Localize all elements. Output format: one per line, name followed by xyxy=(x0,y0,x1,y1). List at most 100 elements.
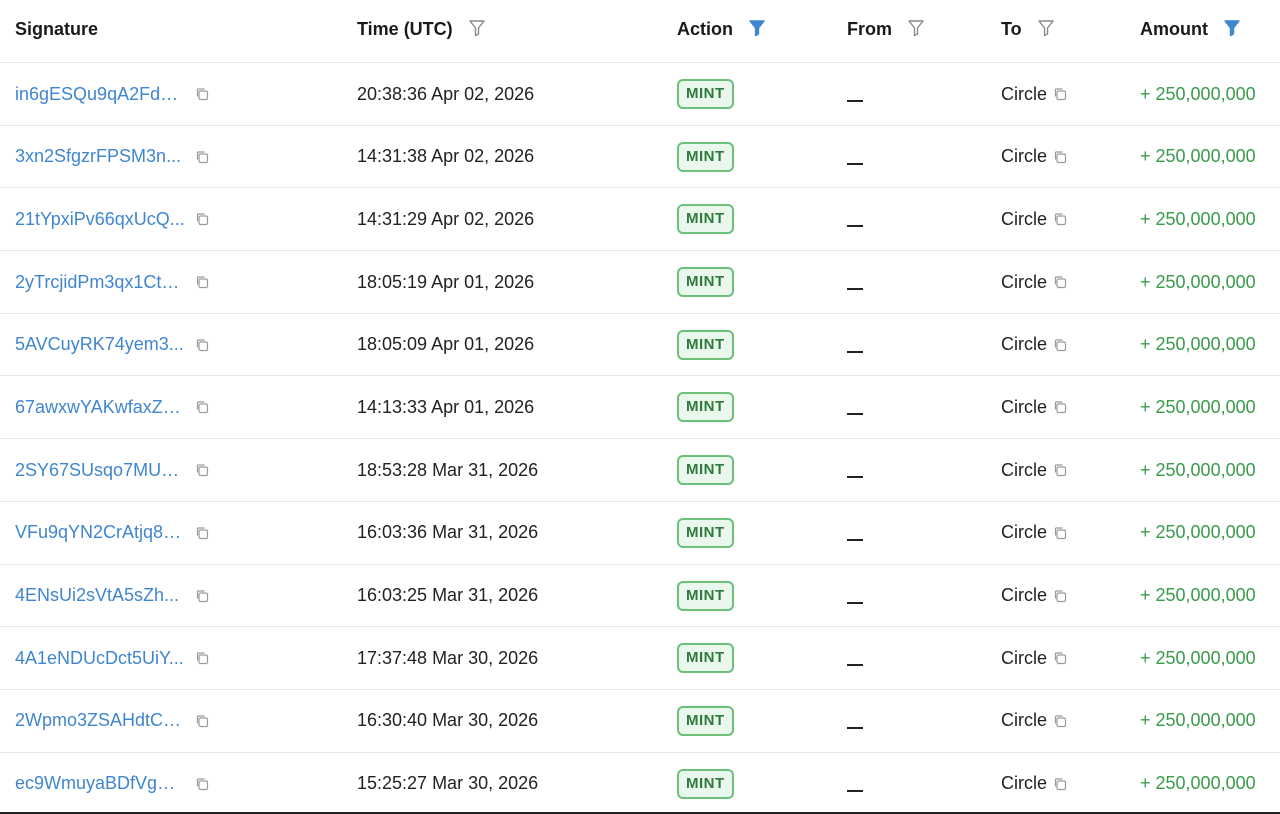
from-cell xyxy=(847,63,863,125)
to-label[interactable]: Circle xyxy=(1001,522,1047,543)
from-cell xyxy=(847,753,863,814)
signature-link[interactable]: 2Wpmo3ZSAHdtCs... xyxy=(15,710,185,731)
copy-icon[interactable] xyxy=(1053,777,1067,791)
amount-cell: + 250,000,000 xyxy=(1140,83,1256,104)
table-row: 2SY67SUsqo7MUp... 18:53:28 Mar 31, 2026 … xyxy=(0,439,1280,502)
signature-link[interactable]: 67awxwYAKwfaxZu... xyxy=(15,397,185,418)
column-label-to: To xyxy=(1001,19,1022,39)
amount-cell: + 250,000,000 xyxy=(1140,585,1256,605)
amount-cell: + 250,000,000 xyxy=(1140,271,1256,292)
copy-icon[interactable] xyxy=(1053,150,1067,164)
signature-cell: ec9WmuyaBDfVgG... xyxy=(15,753,209,814)
copy-icon[interactable] xyxy=(195,526,209,540)
column-label-action: Action xyxy=(677,19,733,39)
copy-icon[interactable] xyxy=(195,338,209,352)
from-cell xyxy=(847,690,863,752)
to-cell: Circle xyxy=(1001,690,1067,752)
table-row: 5AVCuyRK74yem3... 18:05:09 Apr 01, 2026 … xyxy=(0,314,1280,377)
to-label[interactable]: Circle xyxy=(1001,585,1047,606)
signature-cell: 5AVCuyRK74yem3... xyxy=(15,314,209,376)
signature-cell: 2yTrcjidPm3qx1Ctp... xyxy=(15,251,209,313)
signature-link[interactable]: 4ENsUi2sVtA5sZh... xyxy=(15,585,185,606)
to-label[interactable]: Circle xyxy=(1001,272,1047,293)
amount-cell: + 250,000,000 xyxy=(1140,396,1256,417)
copy-icon[interactable] xyxy=(195,463,209,477)
copy-icon[interactable] xyxy=(195,87,209,101)
copy-icon[interactable] xyxy=(195,714,209,728)
amount-cell: + 250,000,000 xyxy=(1140,459,1256,480)
signature-link[interactable]: 21tYpxiPv66qxUcQ... xyxy=(15,209,185,230)
signature-link[interactable]: 3xn2SfgzrFPSM3n... xyxy=(15,146,185,167)
from-cell xyxy=(847,376,863,438)
signature-cell: 67awxwYAKwfaxZu... xyxy=(15,376,209,438)
transactions-table: Signature Time (UTC) Action From To Amou… xyxy=(0,0,1280,814)
to-label[interactable]: Circle xyxy=(1001,209,1047,230)
signature-link[interactable]: ec9WmuyaBDfVgG... xyxy=(15,773,185,794)
time-cell: 18:05:19 Apr 01, 2026 xyxy=(357,271,535,292)
copy-icon[interactable] xyxy=(1053,589,1067,603)
filter-icon-to[interactable] xyxy=(1037,19,1055,37)
to-label[interactable]: Circle xyxy=(1001,710,1047,731)
copy-icon[interactable] xyxy=(1053,338,1067,352)
from-cell xyxy=(847,565,863,627)
copy-icon[interactable] xyxy=(1053,463,1067,477)
filter-icon-amount-active[interactable] xyxy=(1223,19,1241,37)
action-badge: MINT xyxy=(677,580,734,611)
column-header-time: Time (UTC) xyxy=(357,0,486,62)
action-badge: MINT xyxy=(677,455,734,486)
empty-dash xyxy=(847,225,863,228)
action-cell: MINT xyxy=(677,314,734,376)
signature-link[interactable]: in6gESQu9qA2Fd9... xyxy=(15,84,185,105)
filter-icon-action-active[interactable] xyxy=(748,19,766,37)
signature-link[interactable]: 5AVCuyRK74yem3... xyxy=(15,334,185,355)
copy-icon[interactable] xyxy=(1053,275,1067,289)
copy-icon[interactable] xyxy=(1053,714,1067,728)
from-cell xyxy=(847,439,863,501)
time-cell: 14:13:33 Apr 01, 2026 xyxy=(357,396,535,417)
table-row: 4A1eNDUcDct5UiY... 17:37:48 Mar 30, 2026… xyxy=(0,627,1280,690)
to-label[interactable]: Circle xyxy=(1001,648,1047,669)
to-cell: Circle xyxy=(1001,753,1067,814)
copy-icon[interactable] xyxy=(1053,526,1067,540)
copy-icon[interactable] xyxy=(1053,400,1067,414)
to-label[interactable]: Circle xyxy=(1001,146,1047,167)
signature-cell: 2Wpmo3ZSAHdtCs... xyxy=(15,690,209,752)
copy-icon[interactable] xyxy=(195,777,209,791)
table-row: 2Wpmo3ZSAHdtCs... 16:30:40 Mar 30, 2026 … xyxy=(0,690,1280,753)
signature-link[interactable]: VFu9qYN2CrAtjq8d... xyxy=(15,522,185,543)
action-cell: MINT xyxy=(677,188,734,250)
copy-icon[interactable] xyxy=(195,212,209,226)
action-badge: MINT xyxy=(677,204,734,235)
to-label[interactable]: Circle xyxy=(1001,334,1047,355)
amount-cell: + 250,000,000 xyxy=(1140,522,1256,543)
table-row: VFu9qYN2CrAtjq8d... 16:03:36 Mar 31, 202… xyxy=(0,502,1280,565)
action-badge: MINT xyxy=(677,643,734,674)
copy-icon[interactable] xyxy=(195,589,209,603)
copy-icon[interactable] xyxy=(195,150,209,164)
copy-icon[interactable] xyxy=(195,651,209,665)
copy-icon[interactable] xyxy=(1053,651,1067,665)
signature-link[interactable]: 2SY67SUsqo7MUp... xyxy=(15,460,185,481)
filter-icon-time[interactable] xyxy=(468,19,486,37)
to-label[interactable]: Circle xyxy=(1001,84,1047,105)
column-header-to: To xyxy=(1001,0,1055,62)
from-cell xyxy=(847,627,863,689)
column-header-from: From xyxy=(847,0,925,62)
time-cell: 14:31:29 Apr 02, 2026 xyxy=(357,208,535,229)
table-row: 2yTrcjidPm3qx1Ctp... 18:05:19 Apr 01, 20… xyxy=(0,251,1280,314)
to-label[interactable]: Circle xyxy=(1001,397,1047,418)
copy-icon[interactable] xyxy=(1053,212,1067,226)
to-cell: Circle xyxy=(1001,502,1067,564)
copy-icon[interactable] xyxy=(195,400,209,414)
to-label[interactable]: Circle xyxy=(1001,773,1047,794)
empty-dash xyxy=(847,538,863,541)
signature-link[interactable]: 4A1eNDUcDct5UiY... xyxy=(15,648,185,669)
filter-icon-from[interactable] xyxy=(907,19,925,37)
copy-icon[interactable] xyxy=(1053,87,1067,101)
signature-link[interactable]: 2yTrcjidPm3qx1Ctp... xyxy=(15,272,185,293)
signature-cell: 2SY67SUsqo7MUp... xyxy=(15,439,209,501)
to-cell: Circle xyxy=(1001,627,1067,689)
copy-icon[interactable] xyxy=(195,275,209,289)
from-cell xyxy=(847,251,863,313)
to-label[interactable]: Circle xyxy=(1001,460,1047,481)
